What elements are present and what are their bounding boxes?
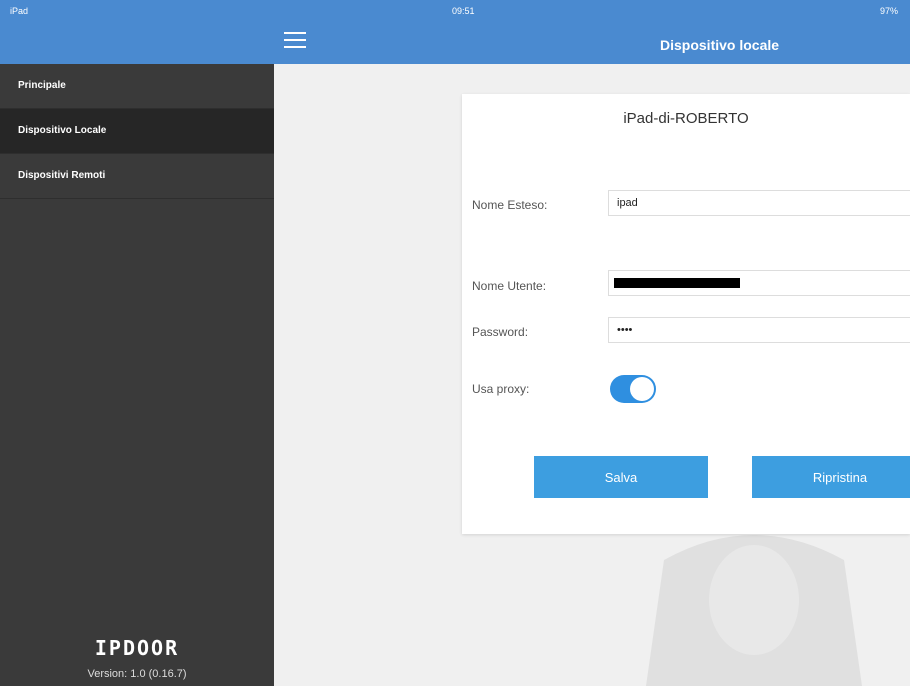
sidebar-item-dispositivi-remoti[interactable]: Dispositivi Remoti bbox=[0, 154, 274, 199]
toggle-knob bbox=[630, 377, 654, 401]
brand-logo: IPDOOR bbox=[94, 636, 180, 660]
sidebar-menu: Principale Dispositivo Locale Dispositiv… bbox=[0, 64, 274, 199]
main-content: 09:51 97% Dispositivo locale iPad-di-ROB… bbox=[274, 0, 910, 686]
sidebar-item-principale[interactable]: Principale bbox=[0, 64, 274, 109]
page-title: Dispositivo locale bbox=[660, 37, 780, 53]
nome-utente-label: Nome Utente: bbox=[472, 279, 547, 293]
status-device-label: iPad bbox=[10, 6, 29, 16]
sidebar-item-dispositivo-locale[interactable]: Dispositivo Locale bbox=[0, 109, 274, 154]
password-input[interactable] bbox=[608, 317, 910, 343]
device-name-heading: iPad-di-ROBERTO bbox=[623, 110, 749, 127]
top-bar: 09:51 97% Dispositivo locale bbox=[274, 0, 910, 64]
nome-esteso-input[interactable] bbox=[608, 190, 910, 216]
sidebar-status-bar: iPad bbox=[0, 0, 274, 64]
nome-esteso-label: Nome Esteso: bbox=[472, 198, 548, 212]
device-settings-card: iPad-di-ROBERTO Nome Esteso: Nome Utente… bbox=[462, 94, 910, 534]
usa-proxy-toggle[interactable] bbox=[610, 375, 656, 403]
save-button[interactable]: Salva bbox=[534, 456, 708, 498]
status-time: 09:51 bbox=[452, 6, 475, 16]
sidebar: iPad Principale Dispositivo Locale Dispo… bbox=[0, 0, 274, 686]
reset-button[interactable]: Ripristina bbox=[752, 456, 910, 498]
hamburger-icon[interactable] bbox=[282, 28, 308, 52]
usa-proxy-label: Usa proxy: bbox=[472, 382, 530, 396]
version-text: Version: 1.0 (0.16.7) bbox=[87, 668, 187, 680]
password-label: Password: bbox=[472, 325, 529, 339]
username-redaction-bar bbox=[614, 278, 740, 288]
sidebar-footer: IPDOOR Version: 1.0 (0.16.7) bbox=[0, 636, 274, 686]
status-battery: 97% bbox=[879, 6, 898, 16]
